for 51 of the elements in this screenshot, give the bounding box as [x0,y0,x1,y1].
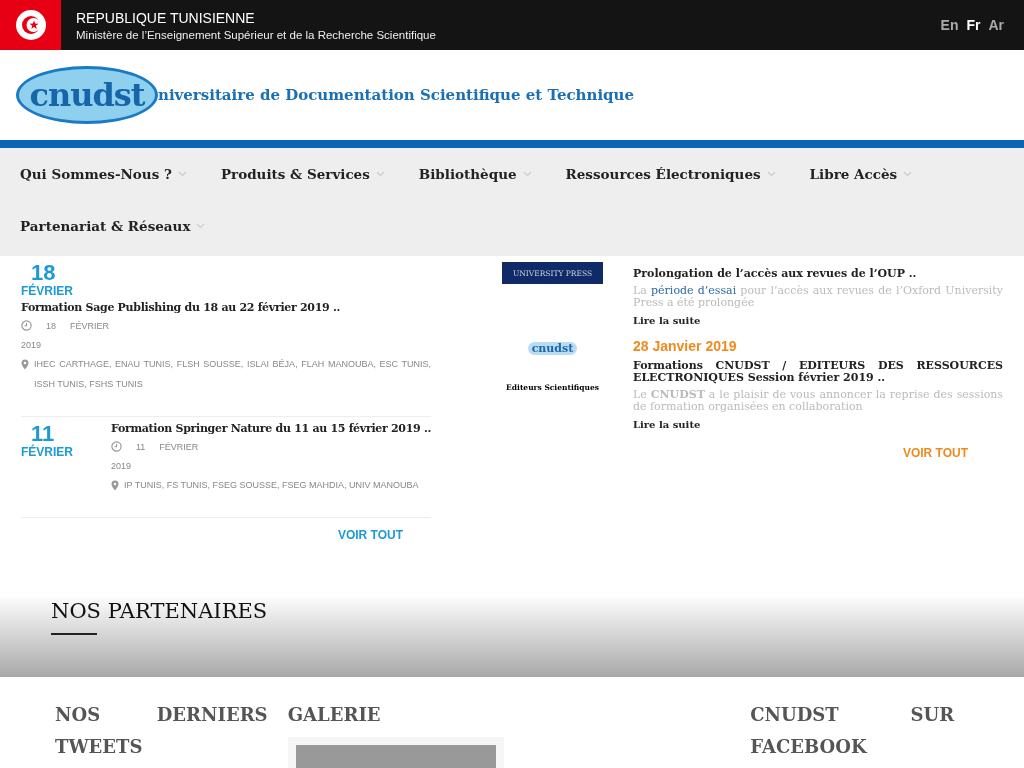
country-name: REPUBLIQUE TUNISIENNE [76,9,256,26]
read-more-link[interactable]: Lire la suite [633,419,1003,431]
news-title-link[interactable]: Prolongation de l’accès aux revues de l’OUP .. [633,268,1003,281]
chevron-down-icon [903,171,913,177]
chevron-down-icon [375,171,385,177]
footer-heading: NOS TWEETS [55,703,143,759]
event-day: 18 [21,262,431,284]
map-pin-icon [111,480,119,491]
event-month: FÉVRIER [21,445,73,459]
language-link[interactable]: Fr [966,17,981,33]
clock-icon [21,320,32,331]
nav-menu-item[interactable]: Qui Sommes-Nous ? [10,148,197,200]
chevron-down-icon [177,171,187,177]
map-pin-icon [21,359,29,370]
chevron-down-icon [766,171,776,177]
clock-icon [111,441,122,452]
section-title: NOS PARTENAIRES [51,599,269,623]
footer-heading: GALERIE [287,703,382,727]
nav-menu-item[interactable]: Libre Accès [799,148,923,200]
event-title-link[interactable]: Formation Springer Nature du 11 au 15 février 2019 .. [111,422,431,435]
nav-menu-item[interactable]: Ressources Électroniques [555,148,786,200]
footer-heading: DERNIERS [156,703,269,727]
event-date-year: 2019 [111,461,132,471]
event-month: FÉVRIER [21,284,74,298]
event-locations: IP TUNIS, FS TUNIS, FSEG SOUSSE, FSEG MAHDIA, UNIV MANOUBA [124,479,419,492]
event-day: 11 [21,423,55,445]
excerpt-link[interactable]: période d’essai [651,283,737,297]
event-title-link[interactable]: Formation Sage Publishing du 18 au 22 février 2019 .. [21,301,431,314]
chevron-down-icon [196,223,206,229]
nav-menu-item[interactable]: Partenariat & Réseaux [10,200,216,252]
news-excerpt: La période d’essai pour l’accès aux revues de l’Oxford University Press a été prolongée [633,284,1003,309]
event-date-month: FÉVRIER [159,441,199,452]
news-title-link[interactable]: Formations CNUDST / EDITEURS DES RESSOURCES ELECTRONIQUES Session février 2019 .. [633,359,1003,386]
chevron-down-icon [522,171,532,177]
event-date-year: 2019 [21,340,43,350]
nav-menu-item[interactable]: Bibliothèque [408,148,542,200]
cnudst-logo[interactable]: cnudst [16,66,158,124]
event-date-day: 11 [136,441,146,452]
language-link[interactable]: En [940,17,959,33]
event-date-month: FÉVRIER [70,320,110,331]
read-more-link[interactable]: Lire la suite [633,314,1003,326]
event-locations: IHEC CARTHAGE, ENAU TUNIS, FLSH SOUSSE, ISLAI BÉJA, FLAH MANOUBA, ESC TUNIS, ISSH TUNIS, FSHS TUNIS [34,358,431,391]
ministry-name: Ministère de l’Enseignement Supérieur et de la Recherche Scientifique [76,28,436,41]
site-title: niversitaire de Documentation Scientifique et Technique [158,86,635,104]
news-excerpt: Le CNUDST a le plaisir de vous annoncer la reprise des sessions de formation organisées en collaboration [633,389,1003,414]
footer-heading: CNUDST FACEBOOK [750,703,869,759]
language-link[interactable]: Ar [988,17,1004,33]
nav-menu-item[interactable]: Produits & Services [210,148,395,200]
event-date-day: 18 [46,320,56,331]
footer-heading: SUR [910,703,956,727]
news-date: 28 Janvier 2019 [633,337,738,354]
